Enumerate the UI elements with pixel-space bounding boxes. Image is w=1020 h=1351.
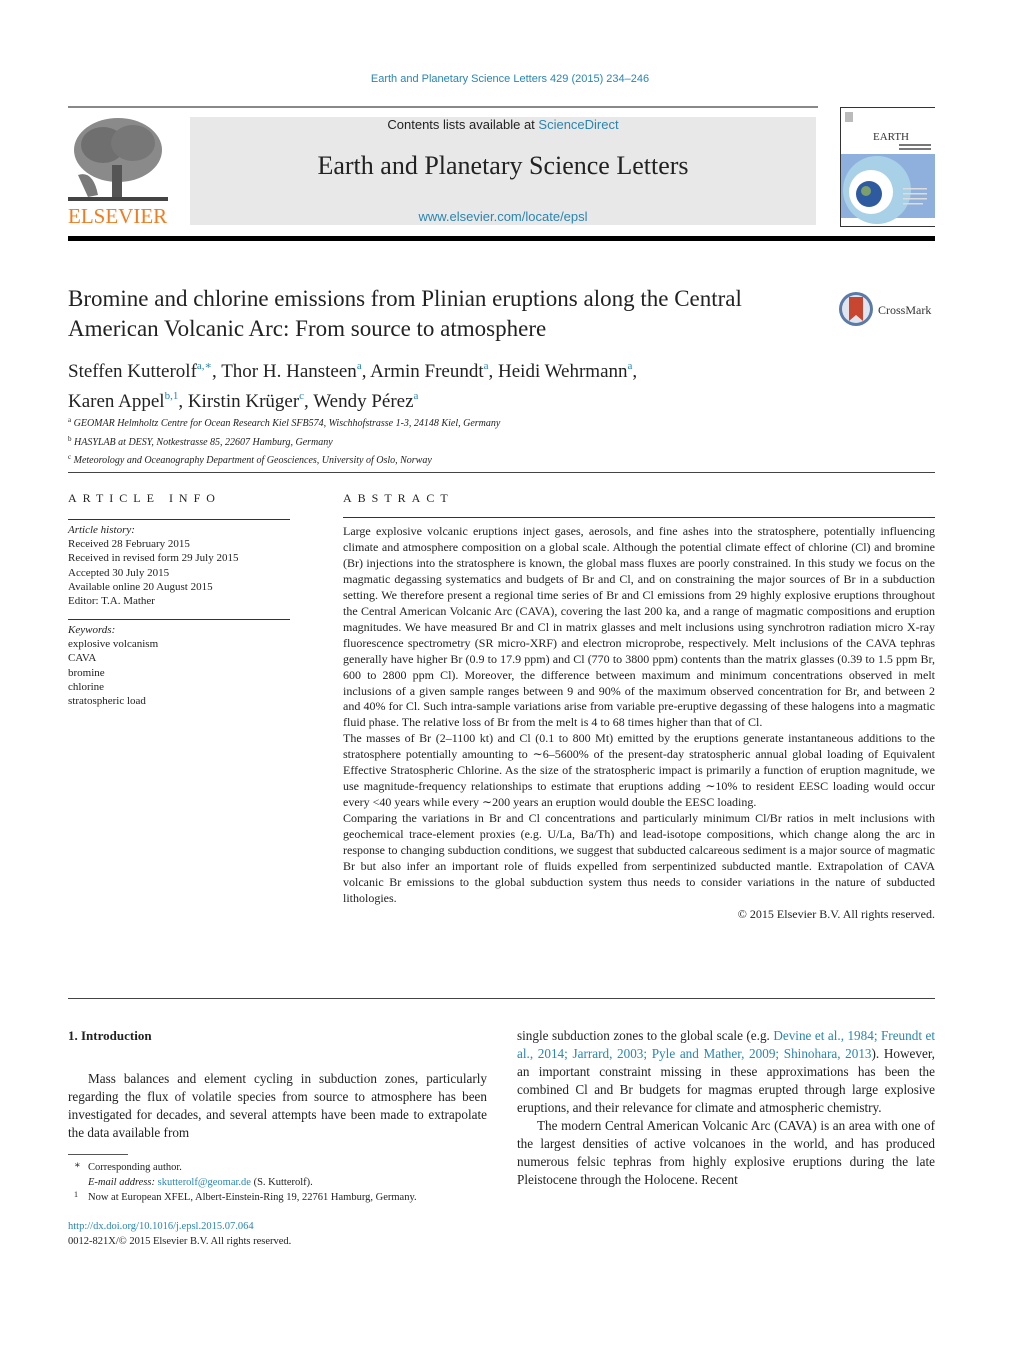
issn-copyright: 0012-821X/© 2015 Elsevier B.V. All right… xyxy=(68,1236,292,1247)
author[interactable]: Steffen Kutterolfa,∗ xyxy=(68,360,212,382)
cover-title: EARTH xyxy=(873,131,909,143)
footnotes: ∗ Corresponding author. E-mail address: s… xyxy=(68,1160,498,1205)
article-title: Bromine and chlorine emissions from Plin… xyxy=(68,286,742,341)
history-item: Received 28 February 2015 xyxy=(68,538,190,551)
crossmark-icon: CrossMark xyxy=(839,292,931,326)
author[interactable]: Heidi Wehrmanna xyxy=(498,360,632,382)
footnote-email: E-mail address: skutterolf@geomar.de (S.… xyxy=(88,1177,313,1188)
keywords: Keywords: explosive volcanism CAVA bromi… xyxy=(68,623,308,708)
email-link[interactable]: skutterolf@geomar.de xyxy=(158,1177,251,1188)
body-paragraph: The modern Central American Volcanic Arc… xyxy=(517,1118,935,1187)
crossmark-label: CrossMark xyxy=(878,303,931,317)
abstract-paragraph: Comparing the variations in Br and Cl co… xyxy=(343,811,935,905)
history-item: Editor: T.A. Mather xyxy=(68,595,155,608)
affiliation: b HASYLAB at DESY, Notkestrasse 85, 2260… xyxy=(68,434,333,448)
affiliation: c Meteorology and Oceanography Departmen… xyxy=(68,453,432,466)
keyword: explosive volcanism xyxy=(68,638,159,651)
elsevier-logo[interactable]: ELSEVIER xyxy=(68,115,168,228)
abstract-body: Large explosive volcanic eruptions injec… xyxy=(343,524,935,923)
body-paragraph: single subduction zones to the global sc… xyxy=(517,1028,935,1115)
keyword: chlorine xyxy=(68,680,105,693)
journal-banner: Contents lists available at ScienceDirec… xyxy=(190,117,816,225)
history-label: Article history: xyxy=(68,524,135,536)
header-rule xyxy=(68,106,818,108)
journal-title: Earth and Planetary Science Letters xyxy=(317,151,689,180)
abstract-paragraph: The masses of Br (2–1100 kt) and Cl (0.1… xyxy=(343,731,935,810)
author-list: Steffen Kutterolfa,∗, Thor H. Hansteena,… xyxy=(68,360,638,412)
body-paragraph: Mass balances and element cycling in sub… xyxy=(68,1071,487,1140)
article-info-rule xyxy=(68,519,290,520)
body-divider xyxy=(68,998,935,999)
elsevier-tree-icon: ELSEVIER xyxy=(68,115,168,228)
keyword: CAVA xyxy=(68,652,97,665)
footnote-corresponding: ∗ Corresponding author. xyxy=(74,1160,182,1173)
keyword: stratospheric load xyxy=(68,695,146,708)
introduction-heading: 1. Introduction xyxy=(68,1028,152,1043)
author[interactable]: Wendy Péreza xyxy=(313,390,418,412)
abstract-copyright: © 2015 Elsevier B.V. All rights reserved… xyxy=(737,906,935,921)
history-item: Accepted 30 July 2015 xyxy=(68,566,170,579)
header-thick-rule xyxy=(68,236,935,241)
history-item: Available online 20 August 2015 xyxy=(68,580,213,593)
footnote-rule xyxy=(68,1154,128,1155)
journal-cover-thumbnail[interactable]: EARTH xyxy=(840,107,935,227)
elsevier-wordmark: ELSEVIER xyxy=(68,204,167,227)
affiliation: a GEOMAR Helmholtz Centre for Ocean Rese… xyxy=(68,416,501,429)
article-history: Article history: Received 28 February 20… xyxy=(68,523,308,608)
author[interactable]: Karen Appelb,1 xyxy=(68,390,178,412)
section-divider xyxy=(68,472,935,473)
author[interactable]: Thor H. Hansteena xyxy=(221,360,362,382)
journal-cover-image: EARTH xyxy=(841,108,935,226)
intro-left-column: Mass balances and element cycling in sub… xyxy=(68,1070,487,1142)
contents-prefix: Contents lists available at xyxy=(387,117,539,132)
journal-reference-link[interactable]: Earth and Planetary Science Letters 429 … xyxy=(0,73,1020,85)
contents-line: Contents lists available at ScienceDirec… xyxy=(190,117,816,132)
keyword: bromine xyxy=(68,666,105,679)
doi-block: http://dx.doi.org/10.1016/j.epsl.2015.07… xyxy=(68,1219,291,1249)
sciencedirect-link[interactable]: ScienceDirect xyxy=(538,117,618,132)
affiliations: a GEOMAR Helmholtz Centre for Ocean Rese… xyxy=(68,413,828,469)
keywords-label: Keywords: xyxy=(68,624,116,636)
journal-url-link[interactable]: www.elsevier.com/locate/epsl xyxy=(190,209,816,224)
abstract-heading: ABSTRACT xyxy=(343,491,454,505)
intro-right-column: single subduction zones to the global sc… xyxy=(517,1027,935,1189)
author[interactable]: Kirstin Krügerc xyxy=(188,390,304,412)
keywords-rule xyxy=(68,619,290,620)
history-item: Received in revised form 29 July 2015 xyxy=(68,552,239,565)
abstract-paragraph: Large explosive volcanic eruptions injec… xyxy=(343,524,935,730)
doi-link[interactable]: http://dx.doi.org/10.1016/j.epsl.2015.07… xyxy=(68,1221,254,1232)
crossmark-button[interactable]: CrossMark xyxy=(838,291,938,327)
abstract-rule xyxy=(343,517,935,518)
footnote-1: 1 Now at European XFEL, Albert-Einstein-R… xyxy=(74,1190,417,1203)
author[interactable]: Armin Freundta xyxy=(370,360,488,382)
article-info-heading: ARTICLE INFO xyxy=(68,491,221,505)
